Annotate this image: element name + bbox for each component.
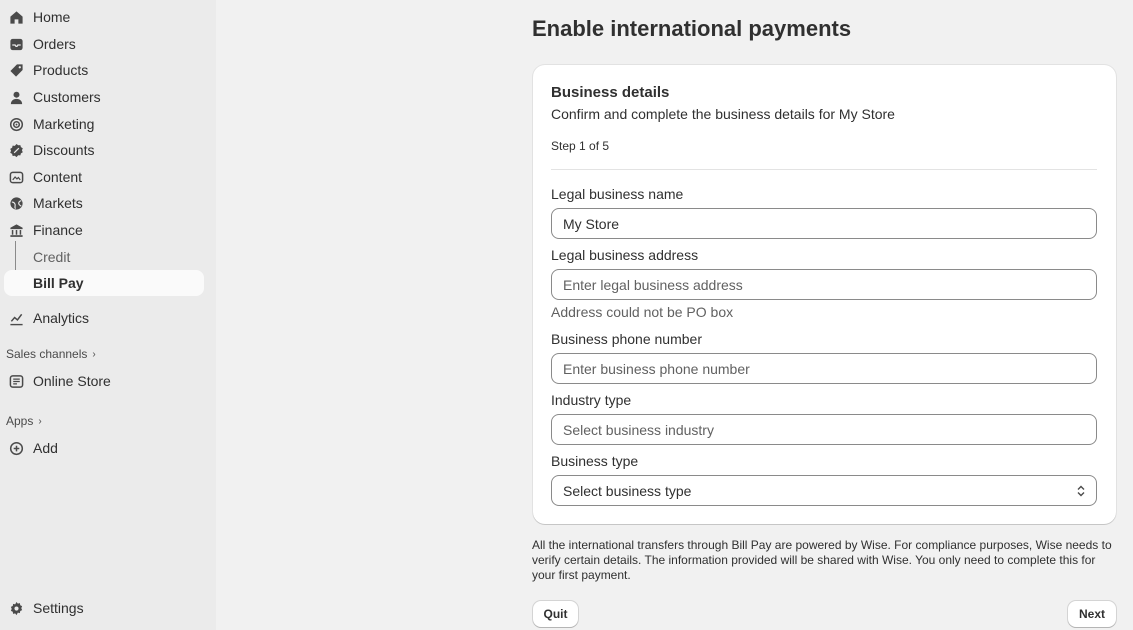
sidebar-item-label: Home	[33, 9, 71, 25]
quit-button[interactable]: Quit	[533, 601, 578, 627]
step-indicator: Step 1 of 5	[551, 139, 610, 153]
sales-channels-header[interactable]: Sales channels ›	[6, 347, 96, 361]
legal-address-input[interactable]	[563, 276, 1096, 293]
sidebar-item-markets[interactable]: Markets	[4, 190, 204, 216]
industry-field[interactable]	[551, 414, 1097, 445]
industry-label: Industry type	[551, 392, 632, 408]
tag-icon	[8, 62, 24, 78]
sidebar-item-marketing[interactable]: Marketing	[4, 111, 204, 137]
next-button[interactable]: Next	[1068, 601, 1116, 627]
sidebar-item-add[interactable]: Add	[4, 435, 204, 461]
card-subtitle: Confirm and complete the business detail…	[551, 106, 895, 122]
legal-name-label: Legal business name	[551, 186, 684, 202]
sidebar-item-discounts[interactable]: Discounts	[4, 137, 204, 163]
business-type-label: Business type	[551, 453, 639, 469]
sidebar-item-label: Content	[33, 169, 83, 185]
globe-icon	[8, 195, 24, 211]
sidebar-item-label: Settings	[33, 600, 84, 616]
legal-address-field[interactable]	[551, 269, 1097, 300]
business-type-value: Select business type	[563, 482, 692, 499]
sidebar-item-label: Finance	[33, 222, 83, 238]
legal-name-field[interactable]	[551, 208, 1097, 239]
target-icon	[8, 116, 24, 132]
legal-name-input[interactable]	[563, 215, 1096, 232]
sidebar-item-settings[interactable]: Settings	[4, 595, 204, 621]
sidebar-item-credit[interactable]: Credit	[4, 244, 204, 270]
content-icon	[8, 169, 24, 185]
wise-disclaimer: All the international transfers through …	[532, 538, 1112, 582]
sidebar-item-label: Products	[33, 62, 89, 78]
chart-icon	[8, 310, 24, 326]
gear-icon	[8, 600, 24, 616]
select-arrows-icon	[1076, 484, 1086, 498]
business-type-select[interactable]: Select business type	[551, 475, 1097, 506]
home-icon	[8, 9, 24, 25]
chevron-right-icon: ›	[38, 415, 42, 427]
discount-icon	[8, 142, 24, 158]
page-title: Enable international payments	[532, 16, 852, 41]
sidebar-item-label: Discounts	[33, 142, 95, 158]
sidebar-item-online-store[interactable]: Online Store	[4, 368, 204, 394]
phone-label: Business phone number	[551, 331, 702, 347]
sidebar-item-content[interactable]: Content	[4, 164, 204, 190]
sidebar-item-label: Marketing	[33, 116, 95, 132]
sidebar: Home Orders Products Customers Marketing…	[0, 0, 216, 630]
sidebar-item-analytics[interactable]: Analytics	[4, 305, 204, 331]
sidebar-item-finance[interactable]: Finance	[4, 217, 204, 243]
person-icon	[8, 89, 24, 105]
sidebar-item-label: Analytics	[33, 310, 90, 326]
industry-input[interactable]	[563, 421, 1096, 438]
legal-address-help: Address could not be PO box	[551, 304, 734, 320]
card-title: Business details	[551, 84, 670, 101]
inbox-icon	[8, 36, 24, 52]
sidebar-item-label: Markets	[33, 195, 83, 211]
sidebar-item-orders[interactable]: Orders	[4, 31, 204, 57]
plus-circle-icon	[8, 440, 24, 456]
phone-input[interactable]	[563, 360, 1096, 377]
sidebar-item-label: Add	[33, 440, 58, 456]
store-icon	[8, 373, 24, 389]
legal-address-label: Legal business address	[551, 247, 699, 263]
sidebar-item-label: Bill Pay	[33, 275, 84, 291]
sidebar-item-label: Credit	[33, 249, 71, 265]
apps-header[interactable]: Apps ›	[6, 414, 42, 428]
bank-icon	[8, 222, 24, 238]
sales-channels-label: Sales channels	[6, 347, 88, 361]
sidebar-item-products[interactable]: Products	[4, 57, 204, 83]
sidebar-item-customers[interactable]: Customers	[4, 84, 204, 110]
sidebar-item-home[interactable]: Home	[4, 4, 204, 30]
chevron-right-icon: ›	[92, 348, 96, 360]
business-details-card: Business details Confirm and complete th…	[533, 65, 1116, 524]
phone-field[interactable]	[551, 353, 1097, 384]
sidebar-item-label: Orders	[33, 36, 76, 52]
sidebar-item-bill-pay[interactable]: Bill Pay	[4, 270, 204, 296]
divider	[551, 169, 1097, 170]
sidebar-item-label: Customers	[33, 89, 101, 105]
apps-label: Apps	[6, 414, 34, 428]
sidebar-item-label: Online Store	[33, 373, 111, 389]
